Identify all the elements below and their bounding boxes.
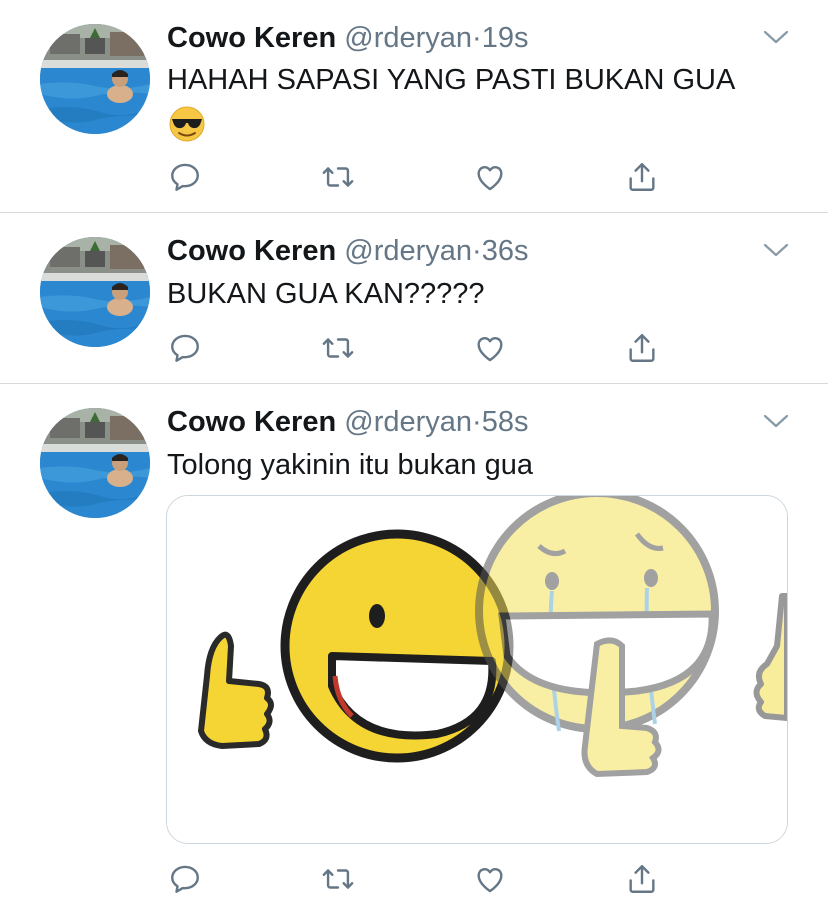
heart-icon bbox=[473, 331, 507, 365]
handle[interactable]: @rderyan bbox=[344, 22, 472, 54]
handle[interactable]: @rderyan bbox=[344, 406, 472, 438]
retweet-icon bbox=[321, 331, 355, 365]
retweet-button[interactable] bbox=[318, 328, 358, 368]
chevron-down-icon[interactable] bbox=[762, 412, 790, 430]
separator: · bbox=[472, 235, 482, 267]
avatar-image bbox=[40, 408, 150, 518]
display-name[interactable]: Cowo Keren bbox=[167, 235, 336, 267]
handle[interactable]: @rderyan bbox=[344, 235, 472, 267]
tweet[interactable]: Cowo Keren @rderyan·36s BUKAN GUA KAN???… bbox=[0, 213, 828, 383]
reply-icon bbox=[168, 862, 202, 896]
share-button[interactable] bbox=[622, 157, 662, 197]
display-name[interactable]: Cowo Keren bbox=[167, 22, 336, 54]
sunglasses-emoji-icon bbox=[169, 106, 205, 142]
tweet-actions bbox=[0, 328, 828, 368]
retweet-button[interactable] bbox=[318, 157, 358, 197]
reply-button[interactable] bbox=[165, 157, 205, 197]
like-button[interactable] bbox=[470, 859, 510, 899]
timestamp[interactable]: 58s bbox=[482, 406, 529, 438]
share-icon bbox=[625, 331, 659, 365]
avatar[interactable] bbox=[40, 24, 150, 134]
display-name[interactable]: Cowo Keren bbox=[167, 406, 336, 438]
tweet-header: Cowo Keren @rderyan·19s bbox=[167, 20, 528, 56]
share-icon bbox=[625, 160, 659, 194]
smiley-thumbs-up-image bbox=[167, 496, 787, 843]
heart-icon bbox=[473, 862, 507, 896]
tweet-header: Cowo Keren @rderyan·58s bbox=[167, 404, 528, 440]
reply-icon bbox=[168, 160, 202, 194]
separator: · bbox=[472, 22, 482, 54]
share-icon bbox=[625, 862, 659, 896]
tweet-text: HAHAH SAPASI YANG PASTI BUKAN GUA bbox=[167, 64, 736, 96]
tweet-text: BUKAN GUA KAN????? bbox=[167, 278, 485, 310]
tweet-text: Tolong yakinin itu bukan gua bbox=[167, 449, 533, 481]
avatar[interactable] bbox=[40, 408, 150, 518]
reply-button[interactable] bbox=[165, 328, 205, 368]
tweet[interactable]: Cowo Keren @rderyan·19s HAHAH SAPASI YAN… bbox=[0, 0, 828, 212]
tweet-actions bbox=[0, 157, 828, 197]
like-button[interactable] bbox=[470, 328, 510, 368]
happy-smiley-icon bbox=[280, 529, 514, 763]
tweet-media-image[interactable] bbox=[166, 495, 788, 844]
tweet-actions bbox=[0, 859, 828, 899]
retweet-icon bbox=[321, 160, 355, 194]
share-button[interactable] bbox=[622, 859, 662, 899]
timestamp[interactable]: 19s bbox=[482, 22, 529, 54]
avatar-image bbox=[40, 24, 150, 134]
retweet-icon bbox=[321, 862, 355, 896]
retweet-button[interactable] bbox=[318, 859, 358, 899]
reply-button[interactable] bbox=[165, 859, 205, 899]
heart-icon bbox=[473, 160, 507, 194]
chevron-down-icon[interactable] bbox=[762, 241, 790, 259]
reply-icon bbox=[168, 331, 202, 365]
chevron-down-icon[interactable] bbox=[762, 28, 790, 46]
timestamp[interactable]: 36s bbox=[482, 235, 529, 267]
tweet-header: Cowo Keren @rderyan·36s bbox=[167, 233, 528, 269]
like-button[interactable] bbox=[470, 157, 510, 197]
separator: · bbox=[472, 406, 482, 438]
share-button[interactable] bbox=[622, 328, 662, 368]
